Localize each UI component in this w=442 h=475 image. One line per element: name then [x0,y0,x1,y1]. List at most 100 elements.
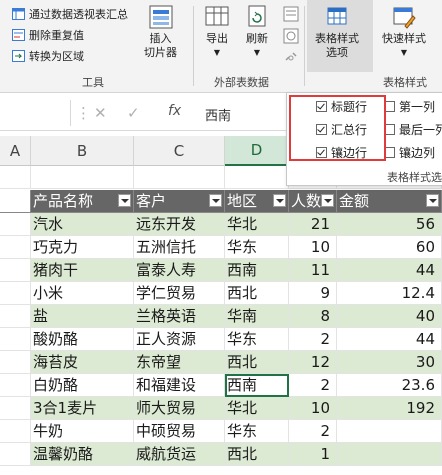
table-cell[interactable]: 温馨奶酪 [31,443,134,466]
table-cell[interactable]: 西北 [225,443,289,466]
filter-dropdown-icon[interactable] [321,194,334,207]
table-cell[interactable]: 师大贸易 [134,397,225,420]
cancel-icon[interactable]: ✕ [94,104,107,122]
table-cell[interactable]: 西北 [225,351,289,374]
table-cell[interactable]: 中硕贸易 [134,420,225,443]
remove-duplicates-button[interactable]: 删除重复值 [12,27,84,43]
cell[interactable] [0,259,31,282]
table-cell[interactable]: 23.6 [337,374,442,397]
cell[interactable] [0,213,31,236]
cell[interactable] [0,305,31,328]
quick-styles-button[interactable]: 快速样式 ▼ [382,4,426,60]
table-cell[interactable]: 学仁贸易 [134,282,225,305]
table-cell[interactable]: 汽水 [31,213,134,236]
unlink-icon[interactable] [283,50,299,66]
table-cell[interactable]: 东帝望 [134,351,225,374]
table-cell[interactable]: 华北 [225,397,289,420]
table-header-cell[interactable]: 产品名称 [31,190,134,213]
last-column-option[interactable]: 最后一列 [384,120,442,138]
table-cell[interactable]: 11 [289,259,337,282]
name-box[interactable] [0,100,71,126]
table-cell[interactable]: 12.4 [337,282,442,305]
table-cell[interactable]: 12 [289,351,337,374]
table-cell[interactable]: 远东开发 [134,213,225,236]
table-cell[interactable]: 2 [289,420,337,443]
filter-dropdown-icon[interactable] [209,194,222,207]
table-cell[interactable] [337,443,442,466]
column-header[interactable]: A [0,136,31,166]
table-header-cell[interactable]: 金额 [337,190,442,213]
table-cell[interactable]: 3合1麦片 [31,397,134,420]
cell[interactable] [31,166,134,189]
table-cell[interactable]: 44 [337,328,442,351]
table-cell[interactable]: 9 [289,282,337,305]
more-icon[interactable]: ⋮ [76,104,91,122]
table-cell[interactable]: 富泰人寿 [134,259,225,282]
table-cell[interactable]: 巧克力 [31,236,134,259]
cell[interactable] [0,190,31,213]
table-cell[interactable]: 白奶酪 [31,374,134,397]
table-cell[interactable]: 2 [289,374,337,397]
formula-input[interactable]: 西南 [205,105,231,124]
refresh-button[interactable]: 刷新 ▼ [244,4,270,60]
filter-dropdown-icon[interactable] [426,194,439,207]
table-cell[interactable]: 酸奶酪 [31,328,134,351]
table-style-options-button[interactable]: 表格样式 选项 [315,4,359,60]
table-cell[interactable]: 盐 [31,305,134,328]
table-cell[interactable]: 猪肉干 [31,259,134,282]
column-header[interactable]: B [31,136,134,166]
table-cell[interactable]: 1 [289,443,337,466]
enter-icon[interactable]: ✓ [127,104,140,122]
cell[interactable] [0,397,31,420]
table-cell[interactable]: 10 [289,397,337,420]
insert-slicer-button[interactable]: 插入 切片器 [144,4,177,60]
convert-to-range-button[interactable]: 转换为区域 [12,48,84,64]
table-cell[interactable]: 华南 [225,305,289,328]
table-cell[interactable]: 40 [337,305,442,328]
cell[interactable] [0,166,31,189]
table-cell[interactable]: 60 [337,236,442,259]
cell[interactable] [134,166,225,189]
cell[interactable] [0,374,31,397]
table-cell[interactable]: 西南 [225,259,289,282]
table-header-cell[interactable]: 客户 [134,190,225,213]
cell[interactable] [0,443,31,466]
table-cell[interactable]: 华东 [225,328,289,351]
table-header-cell[interactable]: 人数 [289,190,337,213]
cell[interactable] [0,420,31,443]
table-cell[interactable]: 华东 [225,236,289,259]
table-cell[interactable]: 西北 [225,282,289,305]
cell[interactable] [0,351,31,374]
first-column-option[interactable]: 第一列 [384,97,435,115]
open-in-browser-icon[interactable] [283,28,299,44]
table-cell[interactable]: 8 [289,305,337,328]
table-cell[interactable]: 华北 [225,213,289,236]
table-cell[interactable]: 五洲信托 [134,236,225,259]
banded-columns-option[interactable]: 镶边列 [384,143,435,161]
table-cell[interactable]: 30 [337,351,442,374]
table-cell[interactable]: 华东 [225,420,289,443]
cell[interactable] [225,166,289,189]
column-header[interactable]: C [134,136,225,166]
table-cell[interactable]: 威航货运 [134,443,225,466]
column-header-selected[interactable]: D [225,136,289,166]
summarize-pivot-button[interactable]: 通过数据透视表汇总 [12,6,128,22]
cell[interactable] [0,328,31,351]
filter-dropdown-icon[interactable] [273,194,286,207]
table-header-cell[interactable]: 地区 [225,190,289,213]
table-cell[interactable]: 正人资源 [134,328,225,351]
table-cell[interactable]: 西南 [225,374,289,397]
table-cell[interactable]: 和福建设 [134,374,225,397]
filter-dropdown-icon[interactable] [118,194,131,207]
table-cell[interactable]: 兰格英语 [134,305,225,328]
insert-function-icon[interactable]: fx [168,103,181,119]
export-button[interactable]: 导出 ▼ [204,4,230,60]
table-cell[interactable]: 44 [337,259,442,282]
table-cell[interactable]: 2 [289,328,337,351]
properties-icon[interactable] [283,6,299,22]
table-cell[interactable]: 10 [289,236,337,259]
table-cell[interactable]: 21 [289,213,337,236]
table-cell[interactable]: 56 [337,213,442,236]
table-cell[interactable]: 192 [337,397,442,420]
cell[interactable] [0,236,31,259]
